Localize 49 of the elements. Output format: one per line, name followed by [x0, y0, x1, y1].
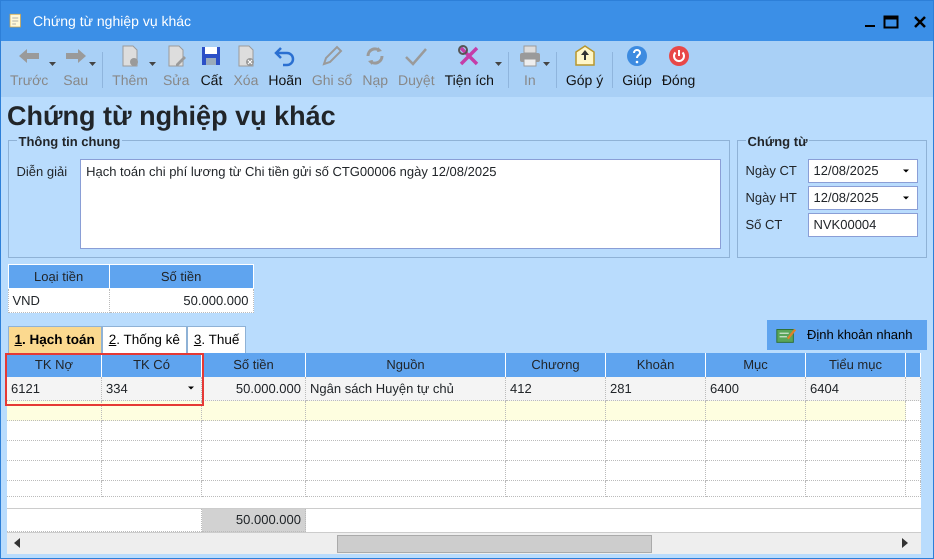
maximize-icon	[882, 14, 898, 30]
scroll-left-icon[interactable]	[13, 538, 21, 548]
description-field[interactable]: Hạch toán chi phí lương từ Chi tiền gửi số CTG00006 ngày 12/08/2025	[80, 158, 721, 248]
input-field[interactable]: NVK00004	[808, 213, 918, 237]
pencil-icon	[320, 44, 344, 68]
table-cell	[906, 440, 921, 461]
field-label: Ngày CT	[746, 162, 797, 180]
column-header: Chương	[506, 352, 606, 377]
table-cell	[906, 420, 921, 441]
page-heading: Chứng từ nghiệp vụ khác	[6, 100, 337, 133]
dropdown-arrow-icon[interactable]	[494, 62, 502, 66]
quick-entry-button[interactable]: Định khoản nhanh	[766, 320, 926, 350]
printer-icon	[518, 44, 542, 68]
column-header: Loại tiền	[8, 264, 110, 288]
toolbar-button[interactable]: Cất	[194, 44, 228, 91]
toolbar-button[interactable]: Đóng	[656, 44, 700, 91]
close-icon	[913, 14, 927, 29]
scroll-right-icon[interactable]	[901, 538, 909, 548]
field-label: Số CT	[746, 216, 782, 234]
total-cell: 50.000.000	[202, 509, 306, 532]
column-header: Nguồn	[306, 352, 506, 377]
toolbar-button[interactable]: Giúp	[617, 44, 657, 91]
tab[interactable]: 2. Thống kê	[102, 326, 187, 353]
envelope-upload-icon	[572, 44, 597, 68]
field-label: Ngày HT	[746, 189, 797, 207]
tab[interactable]: 1. Hạch toán	[8, 326, 102, 353]
table-cell	[906, 376, 921, 401]
table-cell	[906, 400, 921, 421]
table-cell: 50.000.000	[109, 288, 253, 312]
toolbar-button[interactable]: Góp ý	[560, 44, 608, 91]
table-cell	[906, 480, 921, 497]
column-header: Khoản	[606, 352, 706, 377]
horizontal-scrollbar[interactable]	[7, 532, 921, 554]
window-title: Chứng từ nghiệp vụ khác	[33, 12, 192, 31]
table-cell	[906, 460, 921, 481]
table-cell: VND	[8, 288, 110, 312]
toolbar-button[interactable]: Hoãn	[263, 44, 307, 91]
date-dropdown[interactable]: 12/08/2025	[808, 158, 918, 182]
help-icon	[625, 44, 650, 68]
column-header: Mục	[706, 352, 806, 377]
toolbar-button[interactable]: Tiện ích	[440, 44, 499, 91]
date-dropdown[interactable]: 12/08/2025	[808, 186, 918, 210]
field-label: Diễn giải	[16, 162, 68, 181]
power-icon	[666, 44, 691, 68]
minimize-icon	[864, 24, 874, 27]
column-header: Tiểu mục	[806, 352, 906, 377]
column-header: Số tiền	[202, 352, 306, 377]
column-header: Số tiền	[109, 264, 253, 288]
tab[interactable]: 3. Thuế	[186, 326, 246, 353]
